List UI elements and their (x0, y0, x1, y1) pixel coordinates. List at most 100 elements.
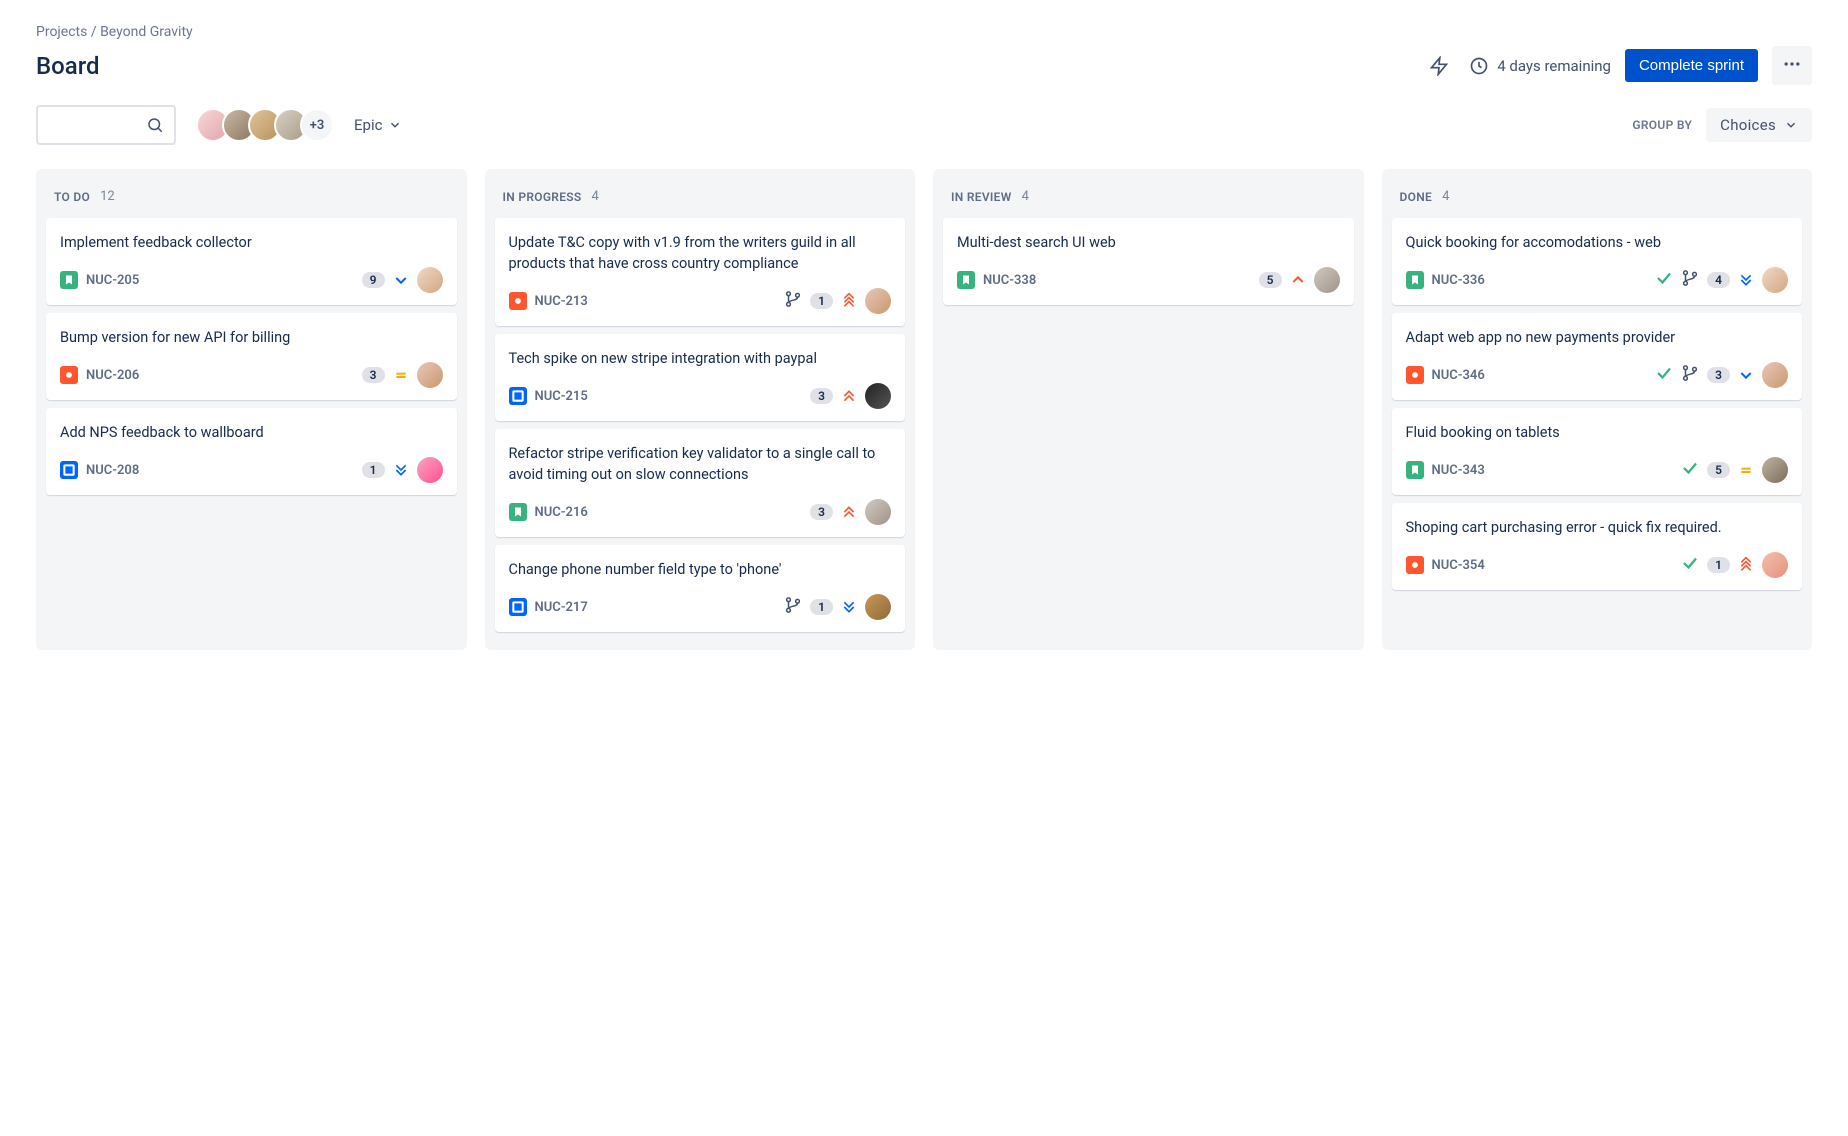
priority-high-icon (841, 504, 857, 520)
done-check-icon (1655, 364, 1673, 386)
card-footer-right: 4 (1655, 267, 1788, 293)
search-input[interactable] (53, 117, 146, 133)
task-type-icon (509, 387, 527, 405)
search-icon (146, 116, 164, 134)
assignee-avatar[interactable] (417, 457, 443, 483)
time-remaining: 4 days remaining (1469, 56, 1611, 76)
column-count: 4 (1022, 189, 1029, 204)
issue-card[interactable]: Adapt web app no new payments provider NU… (1392, 313, 1803, 400)
bug-type-icon (1406, 366, 1424, 384)
issue-card[interactable]: Refactor stripe verification key validat… (495, 429, 906, 537)
branch-icon (1681, 364, 1699, 386)
column-to-do: TO DO12Implement feedback collectorNUC-2… (36, 169, 467, 650)
card-footer: NUC-3385 (957, 267, 1340, 293)
search-box[interactable] (36, 105, 176, 145)
column-count: 4 (1442, 189, 1449, 204)
epic-filter[interactable]: Epic (354, 116, 402, 134)
column-done: DONE4Quick booking for accomodations - w… (1382, 169, 1813, 650)
card-footer-left: NUC-208 (60, 461, 139, 479)
board: TO DO12Implement feedback collectorNUC-2… (36, 169, 1812, 650)
assignee-filter: +3 (196, 108, 334, 142)
issue-card[interactable]: Tech spike on new stripe integration wit… (495, 334, 906, 421)
issue-key: NUC-354 (1432, 558, 1485, 573)
issue-card[interactable]: Multi-dest search UI web NUC-3385 (943, 218, 1354, 305)
assignee-avatar[interactable] (417, 362, 443, 388)
card-title: Implement feedback collector (60, 232, 443, 253)
card-footer-right: 3 (810, 499, 891, 525)
story-points-badge: 1 (362, 462, 385, 478)
column-in-review: IN REVIEW4 Multi-dest search UI web NUC-33… (933, 169, 1364, 650)
breadcrumb: Projects / Beyond Gravity (36, 24, 1812, 40)
breadcrumb-sep: / (91, 24, 100, 40)
issue-card[interactable]: Change phone number field type to 'phone… (495, 545, 906, 632)
issue-key: NUC-208 (86, 463, 139, 478)
card-footer: NUC-3541 (1406, 552, 1789, 578)
column-title: TO DO (54, 190, 90, 204)
column-header: IN PROGRESS4 (495, 179, 906, 218)
ellipsis-icon (1782, 54, 1802, 74)
story-points-badge: 1 (810, 599, 833, 615)
assignee-avatar[interactable] (865, 499, 891, 525)
card-title: Shoping cart purchasing error - quick fi… (1406, 517, 1789, 538)
card-footer-right: 1 (784, 288, 891, 314)
story-type-icon (1406, 461, 1424, 479)
assignee-avatar[interactable] (1314, 267, 1340, 293)
issue-card[interactable]: Update T&C copy with v1.9 from the write… (495, 218, 906, 326)
branch-icon (784, 290, 802, 312)
column-header: IN REVIEW4 (943, 179, 1354, 218)
card-footer-left: NUC-216 (509, 503, 588, 521)
assignee-avatar[interactable] (1762, 362, 1788, 388)
issue-card[interactable]: Quick booking for accomodations - webNUC… (1392, 218, 1803, 305)
card-footer-left: NUC-205 (60, 271, 139, 289)
card-title: Change phone number field type to 'phone… (509, 559, 892, 580)
more-actions-button[interactable] (1772, 46, 1812, 85)
card-footer-left: NUC-346 (1406, 366, 1485, 384)
assignee-avatar[interactable] (417, 267, 443, 293)
priority-medium-icon (393, 367, 409, 383)
story-points-badge: 4 (1707, 272, 1730, 288)
issue-card[interactable]: Fluid booking on tabletsNUC-3435 (1392, 408, 1803, 495)
card-title: Multi-dest search UI web (957, 232, 1340, 253)
issue-card[interactable]: Add NPS feedback to wallboard NUC-208 1 (46, 408, 457, 495)
issue-card[interactable]: Shoping cart purchasing error - quick fi… (1392, 503, 1803, 590)
card-footer-left: NUC-206 (60, 366, 139, 384)
card-footer: NUC-2059 (60, 267, 443, 293)
assignee-avatar[interactable] (865, 594, 891, 620)
header-actions: 4 days remaining Complete sprint (1423, 46, 1812, 85)
issue-key: NUC-217 (535, 600, 588, 615)
breadcrumb-root[interactable]: Projects (36, 24, 87, 40)
assignee-avatar[interactable] (1762, 457, 1788, 483)
priority-high-icon (841, 388, 857, 404)
avatar-overflow[interactable]: +3 (300, 108, 334, 142)
card-footer-left: NUC-354 (1406, 556, 1485, 574)
column-in-progress: IN PROGRESS4Update T&C copy with v1.9 fr… (485, 169, 916, 650)
automation-icon[interactable] (1423, 50, 1455, 82)
issue-card[interactable]: Implement feedback collector NUC-2059 (46, 218, 457, 305)
card-footer-right: 1 (362, 457, 443, 483)
priority-lowest-icon (393, 462, 409, 478)
page-title: Board (36, 52, 100, 80)
column-header: DONE 4 (1392, 179, 1803, 218)
story-type-icon (509, 503, 527, 521)
card-footer-right: 3 (362, 362, 443, 388)
breadcrumb-project[interactable]: Beyond Gravity (100, 24, 193, 40)
group-by-select[interactable]: Choices (1706, 108, 1812, 142)
assignee-avatar[interactable] (1762, 267, 1788, 293)
clock-icon (1469, 56, 1489, 76)
assignee-avatar[interactable] (865, 288, 891, 314)
chevron-down-icon (1784, 118, 1798, 132)
assignee-avatar[interactable] (865, 383, 891, 409)
card-title: Add NPS feedback to wallboard (60, 422, 443, 443)
column-title: DONE (1400, 190, 1433, 204)
card-footer-right: 5 (1681, 457, 1788, 483)
assignee-avatar[interactable] (1762, 552, 1788, 578)
story-points-badge: 3 (810, 388, 833, 404)
card-footer-left: NUC-213 (509, 292, 588, 310)
complete-sprint-button[interactable]: Complete sprint (1625, 49, 1758, 82)
page-header: Board 4 days remaining Complete sprint (36, 46, 1812, 85)
story-type-icon (60, 271, 78, 289)
issue-card[interactable]: Bump version for new API for billingNUC-… (46, 313, 457, 400)
priority-highest-icon (1738, 557, 1754, 573)
card-title: Adapt web app no new payments provider (1406, 327, 1789, 348)
priority-low-icon (1738, 367, 1754, 383)
